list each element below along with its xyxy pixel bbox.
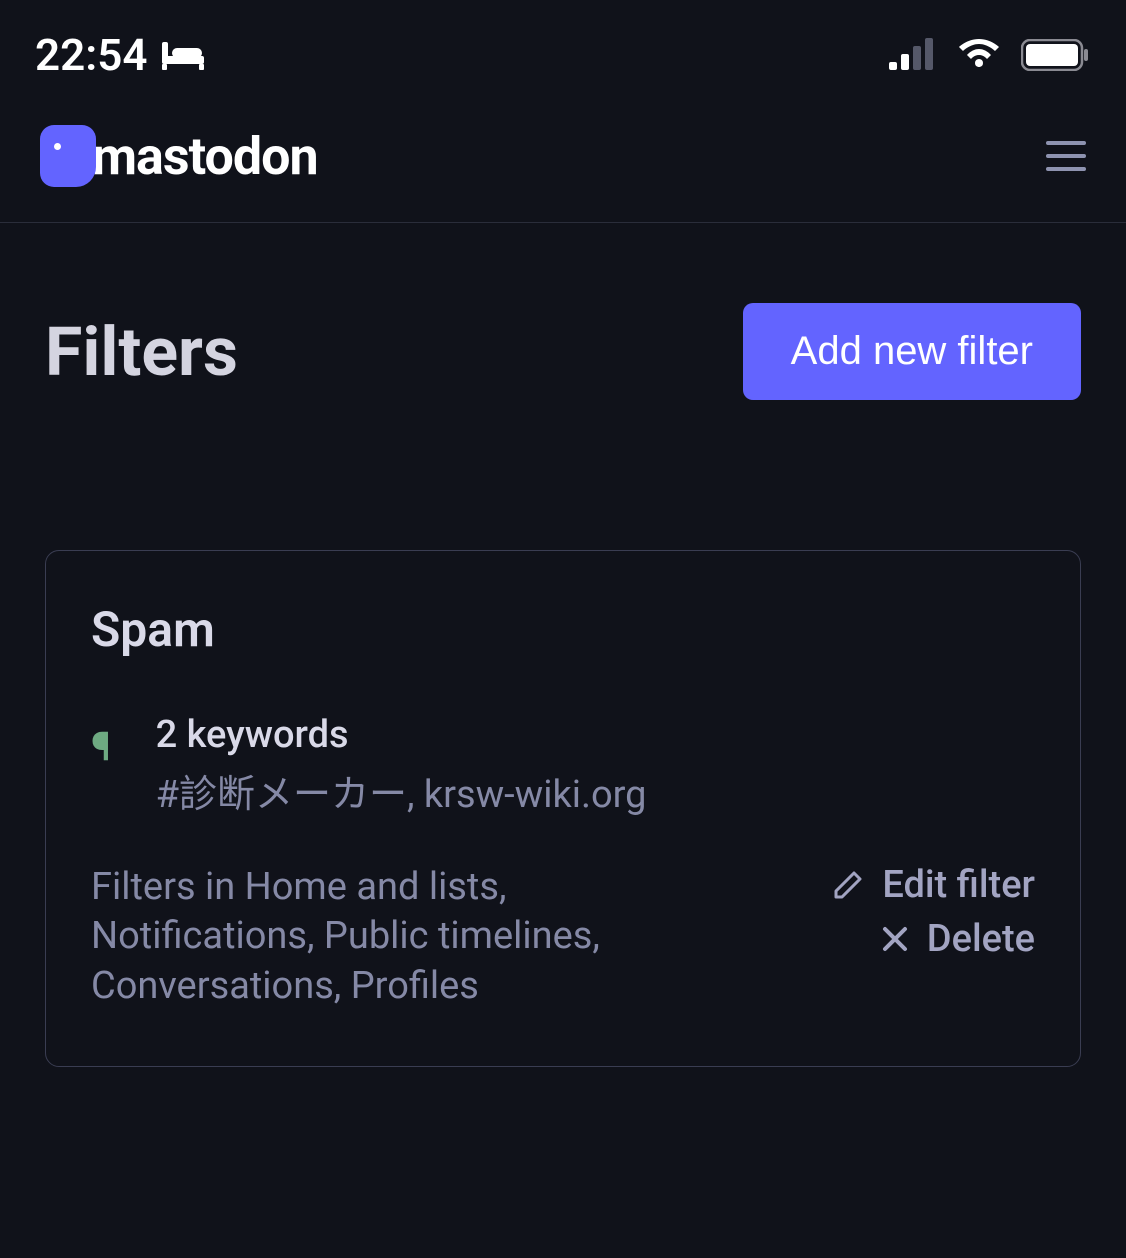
app-header: mastodon (0, 100, 1126, 223)
status-time: 22:54 (35, 29, 148, 81)
keywords-count: 2 keywords (156, 713, 647, 757)
page-heading-row: Filters Add new filter (0, 223, 1126, 400)
pencil-icon (832, 869, 864, 901)
delete-filter-label: Delete (927, 917, 1035, 961)
add-new-filter-button[interactable]: Add new filter (743, 303, 1081, 400)
filter-actions: Edit filter Delete (832, 863, 1035, 961)
keywords-row: ¶ 2 keywords #診断メーカー, krsw-wiki.org (91, 713, 1035, 818)
hamburger-menu-icon[interactable] (1046, 141, 1086, 171)
filter-bottom: Filters in Home and lists, Notifications… (91, 863, 1035, 1011)
keywords-list: #診断メーカー, krsw-wiki.org (156, 763, 647, 818)
app-name: mastodon (92, 126, 318, 187)
delete-filter-link[interactable]: Delete (881, 917, 1035, 961)
edit-filter-link[interactable]: Edit filter (832, 863, 1035, 907)
filter-contexts: Filters in Home and lists, Notifications… (91, 863, 611, 1011)
status-left: 22:54 (35, 29, 206, 81)
mastodon-logo-icon (40, 125, 96, 187)
status-right (889, 38, 1091, 72)
filter-card: Spam ¶ 2 keywords #診断メーカー, krsw-wiki.org… (45, 550, 1081, 1067)
close-icon (881, 925, 909, 953)
logo[interactable]: mastodon (40, 125, 318, 187)
edit-filter-label: Edit filter (882, 863, 1035, 907)
pilcrow-icon: ¶ (91, 723, 111, 770)
status-bar: 22:54 (0, 0, 1126, 100)
bed-icon (160, 38, 206, 72)
page-title: Filters (45, 312, 238, 392)
keywords-text: 2 keywords #診断メーカー, krsw-wiki.org (156, 713, 647, 818)
cellular-signal-icon (889, 38, 937, 72)
wifi-icon (957, 39, 1001, 71)
battery-icon (1021, 39, 1091, 71)
filter-name: Spam (91, 601, 1035, 658)
